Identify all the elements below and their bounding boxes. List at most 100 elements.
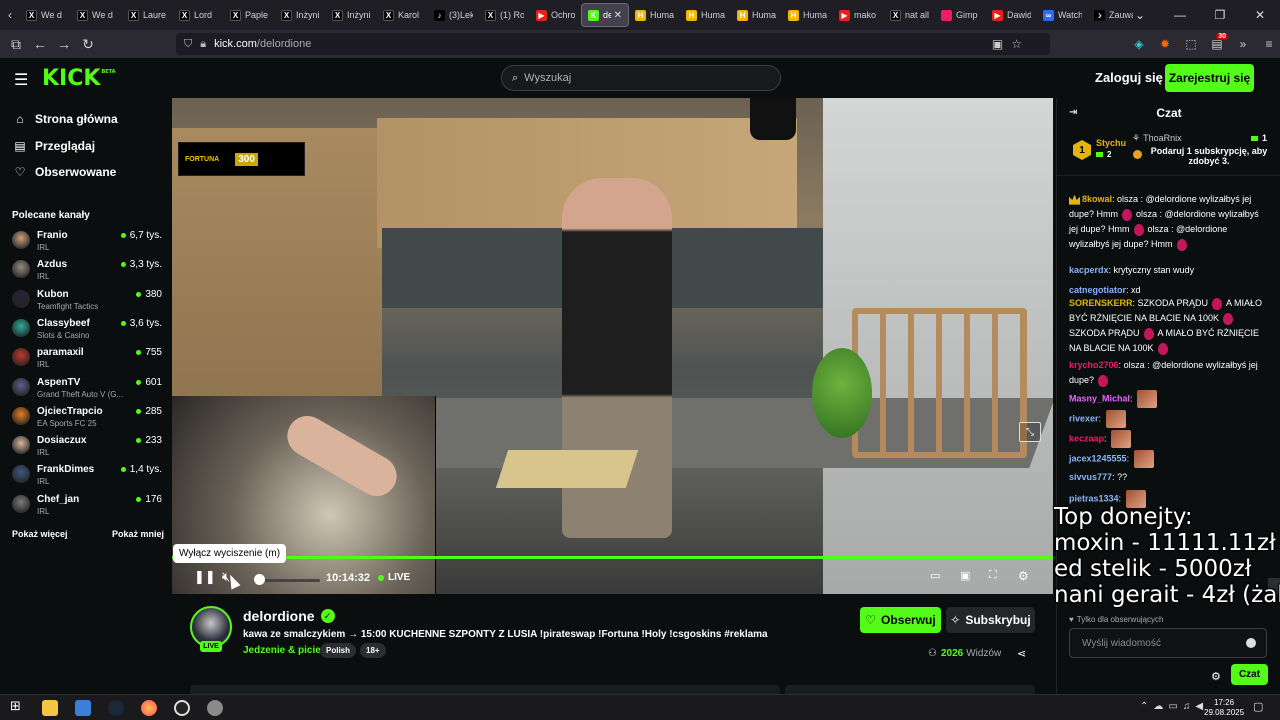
browser-tab[interactable]: Gimp	[935, 3, 986, 27]
show-less-button[interactable]: Pokaż mniej	[112, 529, 164, 539]
subscribe-button[interactable]: ✧ Subskrybuj	[946, 607, 1035, 633]
firefox-icon[interactable]	[141, 700, 157, 716]
shield-extension-icon[interactable]: ◈	[1126, 37, 1152, 51]
browser-tab[interactable]: X Laure	[122, 3, 173, 27]
recommended-channel-item[interactable]: OjciecTrapcio EA Sports FC 25 285	[12, 404, 162, 433]
puzzle-extension-icon[interactable]: ⬚	[1178, 37, 1204, 51]
obs-icon[interactable]	[174, 700, 190, 716]
browser-tab[interactable]: X Paple	[224, 3, 275, 27]
browser-tab[interactable]: H Huma	[629, 3, 680, 27]
settings-gear-icon[interactable]: ⚙	[1018, 569, 1029, 583]
forward-icon[interactable]: →	[52, 30, 76, 58]
url-bar[interactable]: ⛉ 🔒︎ kick.com/delordione ▣ ☆	[176, 33, 1050, 55]
sidebar-toggle-icon[interactable]: ⧉	[4, 30, 28, 58]
recommended-channel-item[interactable]: Classybeef Slots & Casino 3,6 tys.	[12, 316, 162, 345]
browser-tab[interactable]: X We d	[20, 3, 71, 27]
video-player[interactable]: FORTUNA 300 ⤡ ❚❚ 🔇︎ 10:14:32 LIVE ▭ ▣ ⛶ …	[172, 98, 1053, 594]
cloud-icon[interactable]: ☁	[1153, 701, 1163, 712]
start-windows-icon[interactable]: ⊞	[10, 698, 26, 714]
browser-tab[interactable]: Xnat all	[884, 3, 935, 27]
chat-settings-gear-icon[interactable]: ⚙	[1211, 670, 1221, 683]
chat-username[interactable]: catnegotiator	[1069, 285, 1126, 295]
top-gifter-name[interactable]: Stychu	[1096, 138, 1126, 148]
app-menu-icon[interactable]: ≡	[1256, 37, 1280, 51]
recommended-channel-item[interactable]: Dosiaczux IRL 233	[12, 433, 162, 462]
chat-username[interactable]: rivexer	[1069, 413, 1099, 423]
browser-tab[interactable]: H Huma	[731, 3, 782, 27]
browser-tab[interactable]: X Inżyni	[326, 3, 377, 27]
bookmark-star-icon[interactable]: ☆	[1011, 37, 1022, 51]
browser-tab[interactable]: Kdel✕	[581, 3, 629, 27]
fox-extension-icon[interactable]: ✹	[1152, 37, 1178, 51]
tab-list-dropdown-icon[interactable]: ⌄	[1120, 8, 1160, 22]
chat-send-button[interactable]: Czat	[1231, 664, 1268, 685]
monitor-app-icon[interactable]	[75, 700, 91, 716]
chat-username[interactable]: krycho2706	[1069, 360, 1119, 370]
browser-tab[interactable]: X We d	[71, 3, 122, 27]
recommended-channel-item[interactable]: paramaxil IRL 755	[12, 345, 162, 374]
browser-tab[interactable]: ▶ mako	[833, 3, 884, 27]
pause-icon[interactable]: ❚❚	[194, 569, 216, 585]
gimp-icon[interactable]	[207, 700, 223, 716]
streamer-name[interactable]: delordione ✓	[243, 608, 335, 624]
tab-scroll-left-icon[interactable]: ‹	[0, 0, 20, 30]
browser-tab[interactable]: ▶ Dawid	[986, 3, 1037, 27]
stream-tag[interactable]: Polish	[320, 643, 357, 658]
recommended-channel-item[interactable]: Kubon Teamfight Tactics 380	[12, 287, 162, 316]
progress-bar[interactable]	[172, 556, 1053, 559]
chat-message-input[interactable]: Wyślij wiadomość	[1069, 628, 1267, 658]
notifications-icon[interactable]: ▢	[1253, 700, 1263, 713]
steam-icon[interactable]	[108, 700, 124, 716]
gift-user[interactable]: ⚘ ThoaRnix	[1132, 133, 1182, 144]
recommended-channel-item[interactable]: FrankDimes IRL 1,4 tys.	[12, 462, 162, 491]
chat-username[interactable]: jacex1245555	[1069, 453, 1127, 463]
volume-slider[interactable]	[258, 579, 320, 582]
stream-tag[interactable]: 18+	[360, 643, 386, 658]
stream-category[interactable]: Jedzenie & picie	[243, 645, 321, 656]
recommended-channel-item[interactable]: Azdus IRL 3,3 tys.	[12, 257, 162, 286]
chat-username[interactable]: 8kowal	[1082, 194, 1112, 204]
emoji-picker-icon[interactable]	[1246, 638, 1256, 648]
recommended-channel-item[interactable]: AspenTV Grand Theft Auto V (G... 601	[12, 375, 162, 404]
menu-hamburger-icon[interactable]: ☰	[14, 70, 28, 90]
chat-username[interactable]: keczaap	[1069, 433, 1104, 443]
browser-tab[interactable]: H Huma	[680, 3, 731, 27]
browser-tab[interactable]: ♪ (3)Lek	[428, 3, 479, 27]
taskbar-clock[interactable]: 17:26 29.08.2025	[1204, 698, 1244, 718]
site-info-icon[interactable]: ⛉	[184, 38, 192, 51]
back-icon[interactable]: ←	[28, 30, 52, 58]
collapse-chat-icon[interactable]: ⇥	[1069, 107, 1077, 118]
tab-close-icon[interactable]: ✕	[614, 10, 622, 21]
sidebar-item-browse[interactable]: ▤ Przeglądaj	[12, 139, 95, 153]
signup-button[interactable]: Zarejestruj się	[1165, 64, 1254, 92]
chat-username[interactable]: Masny_Michal	[1069, 393, 1130, 403]
show-more-button[interactable]: Pokaż więcej	[12, 529, 68, 539]
chat-username[interactable]: pietras1334	[1069, 493, 1119, 503]
live-indicator[interactable]: LIVE	[378, 572, 410, 583]
browser-tab[interactable]: X Lord	[173, 3, 224, 27]
window-close-icon[interactable]: ✕	[1240, 8, 1280, 22]
reload-icon[interactable]: ↻	[76, 30, 100, 58]
network-icon[interactable]: ▭	[1168, 701, 1177, 712]
browser-tab[interactable]: X (1) Ro	[479, 3, 530, 27]
overflow-chevrons-icon[interactable]: »	[1230, 37, 1256, 51]
sidebar-item-following[interactable]: ♡ Obserwowane	[12, 165, 117, 179]
kick-logo[interactable]: KICKBETA	[42, 66, 116, 91]
browser-tab[interactable]: H Huma	[782, 3, 833, 27]
file-explorer-icon[interactable]	[42, 700, 58, 716]
window-restore-icon[interactable]: ❐	[1200, 8, 1240, 22]
login-button[interactable]: Zaloguj się	[1095, 70, 1163, 85]
fullscreen-icon[interactable]: ⛶	[989, 569, 997, 582]
chat-username[interactable]: sivvus777	[1069, 472, 1112, 482]
browser-tab[interactable]: ▶ Ochro	[530, 3, 581, 27]
search-input[interactable]: ⌕ Wyszukaj	[501, 65, 781, 91]
tab-scroll-right-icon[interactable]: ›	[1080, 8, 1120, 22]
volume-slider-knob[interactable]	[254, 574, 265, 585]
share-icon[interactable]: ⋖	[1017, 647, 1026, 660]
window-minimize-icon[interactable]: —	[1160, 8, 1200, 22]
chat-username[interactable]: kacperdx	[1069, 265, 1109, 275]
clip-icon[interactable]: ▭	[930, 569, 940, 582]
sidebar-item-home[interactable]: ⌂ Strona główna	[12, 112, 117, 126]
gift-subscription-prompt[interactable]: Podaruj 1 subskrypcję, aby zdobyć 3.	[1147, 146, 1271, 166]
theatre-mode-icon[interactable]: ⤡	[1019, 422, 1041, 442]
